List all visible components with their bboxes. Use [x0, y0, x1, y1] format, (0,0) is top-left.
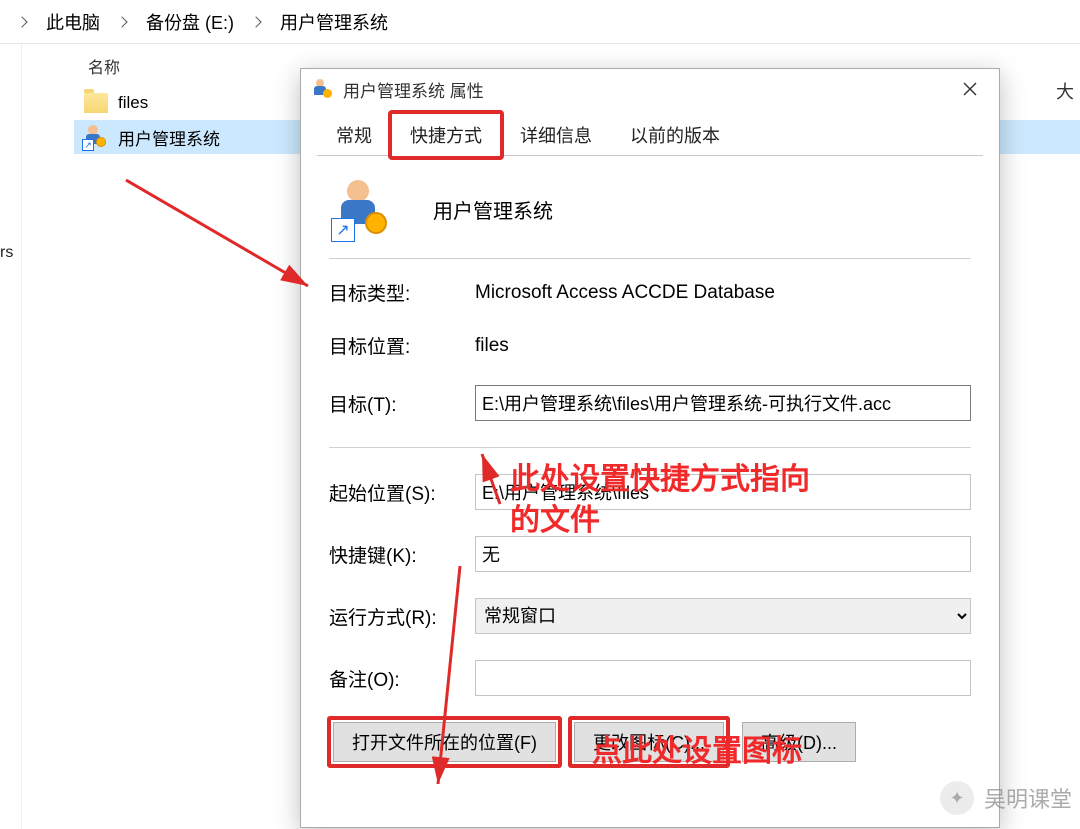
divider: [329, 447, 971, 448]
dialog-tabs: 常规 快捷方式 详细信息 以前的版本: [301, 115, 999, 155]
label-target-type: 目标类型:: [329, 279, 475, 306]
close-button[interactable]: [947, 73, 993, 105]
dialog-title: 用户管理系统 属性: [343, 77, 947, 102]
run-mode-select[interactable]: 常规窗口: [475, 598, 971, 634]
label-target: 目标(T):: [329, 390, 475, 417]
chevron-right-icon: [248, 13, 266, 31]
side-strip: rs: [0, 44, 22, 829]
file-name: 用户管理系统: [118, 125, 220, 150]
properties-dialog: 用户管理系统 属性 常规 快捷方式 详细信息 以前的版本 ↗ 用户管理系统 目标…: [300, 68, 1000, 828]
chevron-right-icon: [114, 13, 132, 31]
dialog-title-icon: [313, 79, 333, 99]
target-input[interactable]: [475, 385, 971, 421]
breadcrumb-item-folder[interactable]: 用户管理系统: [272, 5, 396, 39]
tab-general[interactable]: 常规: [317, 113, 391, 156]
watermark: ✦ 吴明课堂: [940, 781, 1072, 815]
dialog-titlebar: 用户管理系统 属性: [301, 69, 999, 109]
advanced-button[interactable]: 高级(D)...: [742, 722, 856, 762]
open-file-location-button[interactable]: 打开文件所在的位置(F): [333, 722, 556, 762]
label-target-location: 目标位置:: [329, 332, 475, 359]
label-shortcut-key: 快捷键(K):: [329, 541, 475, 568]
tab-panel-shortcut: ↗ 用户管理系统 目标类型: Microsoft Access ACCDE Da…: [317, 155, 983, 827]
tab-details[interactable]: 详细信息: [501, 113, 611, 156]
shortcut-icon: ↗: [84, 125, 108, 149]
cropped-column-header: 大: [1056, 78, 1074, 104]
breadcrumb-item-drive-e[interactable]: 备份盘 (E:): [138, 5, 242, 39]
chevron-right-icon: [14, 13, 32, 31]
breadcrumb-item-this-pc[interactable]: 此电脑: [38, 5, 108, 39]
value-target-type: Microsoft Access ACCDE Database: [475, 282, 971, 304]
start-in-input[interactable]: [475, 474, 971, 510]
app-icon: ↗: [335, 180, 393, 238]
file-name: files: [118, 93, 148, 113]
breadcrumb: 此电脑 备份盘 (E:) 用户管理系统: [0, 0, 1080, 44]
app-name-text: 用户管理系统: [433, 195, 553, 224]
tab-previous-versions[interactable]: 以前的版本: [611, 113, 739, 156]
change-icon-button[interactable]: 更改图标(C)...: [574, 722, 724, 762]
comment-input[interactable]: [475, 660, 971, 696]
wechat-icon: ✦: [940, 781, 974, 815]
label-start-in: 起始位置(S):: [329, 479, 475, 506]
label-comment: 备注(O):: [329, 665, 475, 692]
tab-shortcut[interactable]: 快捷方式: [391, 113, 501, 156]
value-target-location: files: [475, 335, 971, 357]
shortcut-key-input[interactable]: [475, 536, 971, 572]
label-run: 运行方式(R):: [329, 603, 475, 630]
nav-column: [22, 44, 74, 829]
watermark-text: 吴明课堂: [984, 782, 1072, 814]
close-icon: [963, 82, 977, 96]
folder-icon: [84, 93, 108, 113]
